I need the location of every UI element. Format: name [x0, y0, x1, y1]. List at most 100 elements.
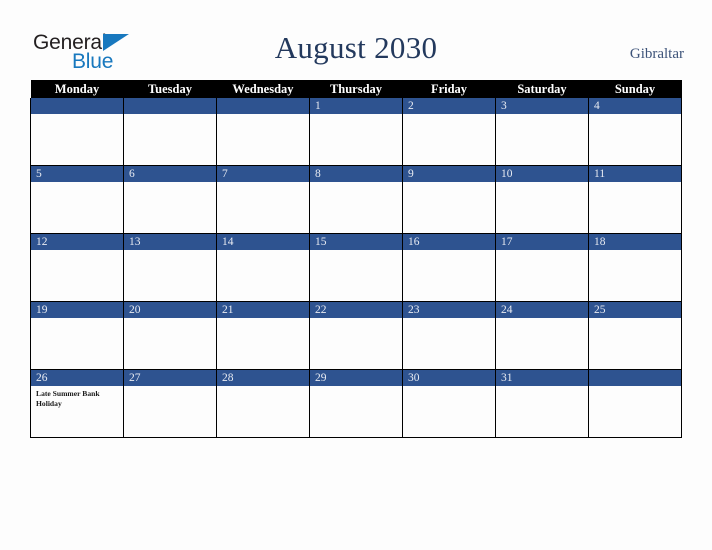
calendar-day-cell[interactable]: 14 — [216, 233, 310, 302]
day-number: 9 — [403, 166, 495, 182]
calendar-day-cell[interactable]: 31 — [495, 369, 589, 438]
day-events — [311, 250, 402, 253]
day-number: 31 — [496, 370, 588, 386]
calendar-day-cell[interactable]: 12 — [30, 233, 124, 302]
day-events — [497, 318, 588, 321]
calendar-grid: Monday Tuesday Wednesday Thursday Friday… — [30, 80, 682, 438]
day-number: 8 — [310, 166, 402, 182]
calendar-day-cell[interactable]: 10 — [495, 165, 589, 234]
calendar-day-cell[interactable]: 19 — [30, 301, 124, 370]
calendar-day-cell[interactable]: 2 — [402, 98, 496, 166]
day-number: 7 — [217, 166, 309, 182]
day-events — [125, 114, 216, 117]
weekday-header-thursday: Thursday — [309, 80, 403, 98]
calendar-day-cell[interactable]: 29 — [309, 369, 403, 438]
calendar-day-cell[interactable]: 7 — [216, 165, 310, 234]
day-number: 20 — [124, 302, 216, 318]
day-events — [590, 250, 681, 253]
day-number: 10 — [496, 166, 588, 182]
calendar-day-cell[interactable]: 11 — [588, 165, 682, 234]
day-number: 23 — [403, 302, 495, 318]
calendar-day-cell[interactable]: 17 — [495, 233, 589, 302]
day-events — [218, 182, 309, 185]
day-events — [218, 386, 309, 389]
calendar-day-cell[interactable]: 23 — [402, 301, 496, 370]
calendar-day-cell[interactable]: 8 — [309, 165, 403, 234]
page-header: General Blue August 2030 Gibraltar — [0, 24, 712, 78]
day-number — [217, 98, 309, 114]
day-events — [311, 386, 402, 389]
calendar-day-cell[interactable] — [123, 98, 217, 166]
weekday-header-wednesday: Wednesday — [216, 80, 310, 98]
calendar-day-cell[interactable]: 27 — [123, 369, 217, 438]
day-number: 19 — [31, 302, 123, 318]
calendar-day-cell[interactable]: 25 — [588, 301, 682, 370]
holiday-label: Late Summer Bank Holiday — [36, 389, 100, 408]
day-events — [125, 386, 216, 389]
calendar-day-cell[interactable]: 5 — [30, 165, 124, 234]
day-number: 22 — [310, 302, 402, 318]
day-events — [218, 114, 309, 117]
day-events: Late Summer Bank Holiday — [32, 386, 123, 408]
day-events — [32, 182, 123, 185]
calendar-day-cell[interactable]: 18 — [588, 233, 682, 302]
day-number: 12 — [31, 234, 123, 250]
day-events — [32, 114, 123, 117]
calendar-day-cell[interactable] — [588, 369, 682, 438]
day-number: 14 — [217, 234, 309, 250]
calendar-day-cell[interactable]: 26 Late Summer Bank Holiday — [30, 369, 124, 438]
day-events — [404, 114, 495, 117]
calendar-day-cell[interactable]: 22 — [309, 301, 403, 370]
weekday-header-monday: Monday — [30, 80, 124, 98]
day-events — [32, 250, 123, 253]
day-events — [497, 114, 588, 117]
day-events — [311, 318, 402, 321]
calendar-day-cell[interactable] — [216, 98, 310, 166]
calendar-day-cell[interactable]: 21 — [216, 301, 310, 370]
calendar-day-cell[interactable]: 13 — [123, 233, 217, 302]
day-number: 5 — [31, 166, 123, 182]
day-events — [125, 250, 216, 253]
day-events — [404, 182, 495, 185]
day-events — [311, 114, 402, 117]
day-events — [32, 318, 123, 321]
calendar-day-cell[interactable]: 16 — [402, 233, 496, 302]
weekday-header-friday: Friday — [402, 80, 496, 98]
day-number: 13 — [124, 234, 216, 250]
day-events — [590, 182, 681, 185]
weekday-header-sunday: Sunday — [588, 80, 682, 98]
day-number — [124, 98, 216, 114]
calendar-day-cell[interactable]: 24 — [495, 301, 589, 370]
weekday-header-row: Monday Tuesday Wednesday Thursday Friday… — [30, 80, 682, 98]
day-events — [218, 250, 309, 253]
day-events — [125, 318, 216, 321]
day-number: 4 — [589, 98, 681, 114]
day-events — [497, 182, 588, 185]
day-events — [590, 318, 681, 321]
day-number: 25 — [589, 302, 681, 318]
calendar-day-cell[interactable]: 9 — [402, 165, 496, 234]
calendar-day-cell[interactable]: 30 — [402, 369, 496, 438]
calendar-week-row: 12 13 14 15 16 17 18 — [30, 233, 682, 302]
day-events — [497, 386, 588, 389]
calendar-day-cell[interactable]: 6 — [123, 165, 217, 234]
calendar-day-cell[interactable]: 15 — [309, 233, 403, 302]
calendar-day-cell[interactable] — [30, 98, 124, 166]
day-events — [590, 386, 681, 389]
day-number: 26 — [31, 370, 123, 386]
day-number: 24 — [496, 302, 588, 318]
day-number: 1 — [310, 98, 402, 114]
calendar-day-cell[interactable]: 20 — [123, 301, 217, 370]
calendar-day-cell[interactable]: 1 — [309, 98, 403, 166]
day-number: 30 — [403, 370, 495, 386]
day-events — [404, 386, 495, 389]
calendar-day-cell[interactable]: 28 — [216, 369, 310, 438]
calendar-day-cell[interactable]: 4 — [588, 98, 682, 166]
day-number: 27 — [124, 370, 216, 386]
weekday-header-saturday: Saturday — [495, 80, 589, 98]
day-number: 3 — [496, 98, 588, 114]
day-number: 16 — [403, 234, 495, 250]
calendar-day-cell[interactable]: 3 — [495, 98, 589, 166]
day-number: 17 — [496, 234, 588, 250]
day-events — [404, 250, 495, 253]
